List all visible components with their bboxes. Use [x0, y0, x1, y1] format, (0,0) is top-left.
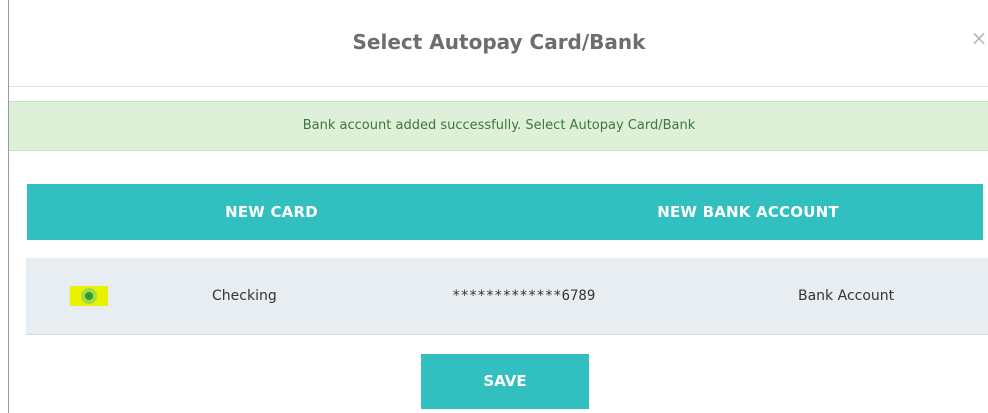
radio-dot	[85, 292, 93, 300]
save-button[interactable]: SAVE	[421, 354, 589, 409]
dialog-title: Select Autopay Card/Bank	[352, 30, 646, 54]
account-kind: Bank Account	[798, 288, 895, 304]
account-number: *************6789	[452, 288, 596, 304]
account-type: Checking	[212, 288, 277, 304]
autopay-dialog: Select Autopay Card/Bank × Bank account …	[8, 0, 988, 413]
success-alert: Bank account added successfully. Select …	[9, 101, 988, 151]
new-bank-account-button[interactable]: NEW BANK ACCOUNT	[513, 184, 983, 240]
account-row[interactable]: Checking *************6789 Bank Account	[26, 258, 988, 335]
account-radio[interactable]	[70, 286, 108, 306]
dialog-header: Select Autopay Card/Bank ×	[9, 0, 988, 87]
radio-selected-icon	[81, 288, 97, 304]
close-icon[interactable]: ×	[969, 26, 988, 50]
new-card-button[interactable]: NEW CARD	[27, 184, 516, 240]
